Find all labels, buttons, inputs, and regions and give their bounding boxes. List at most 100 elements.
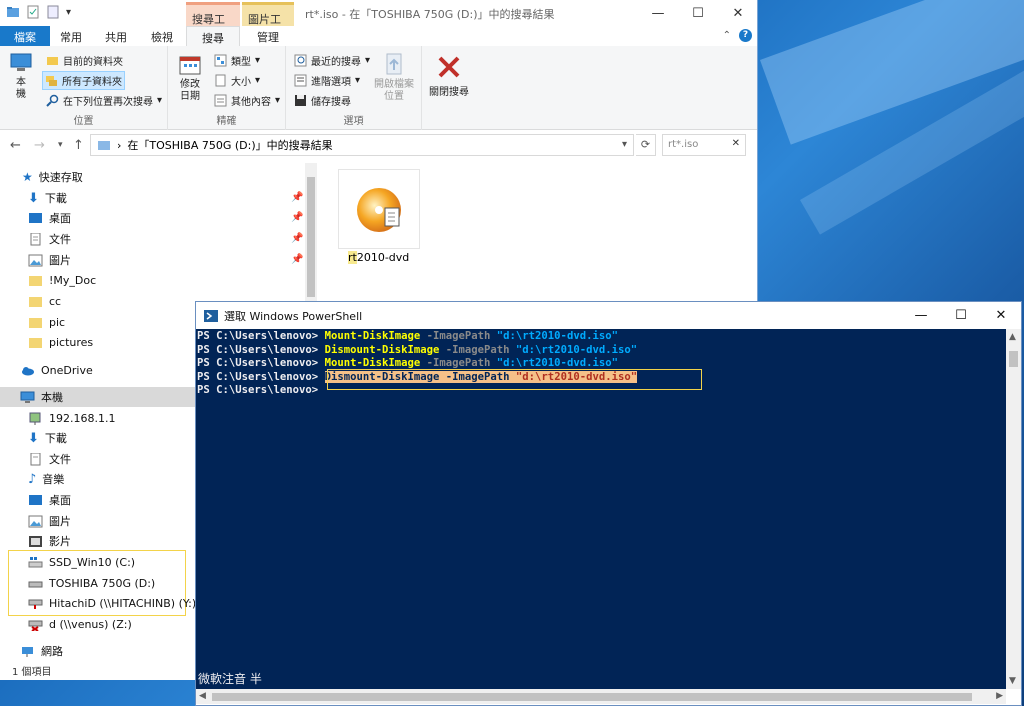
folder-icon[interactable] [6, 5, 20, 19]
recent-searches-button[interactable]: 最近的搜尋 ▾ [292, 52, 372, 69]
save-icon [295, 95, 306, 106]
nav-pc-documents[interactable]: 文件 [28, 449, 71, 469]
nav-pc-desktop[interactable]: 桌面 [28, 490, 71, 510]
nav-label: TOSHIBA 750G (D:) [49, 576, 156, 590]
console-line: PS C:\Users\lenovo> Mount-DiskImage -Ima… [197, 330, 1006, 344]
search-ribbon: 本機 目前的資料夾 所有子資料夾 在下列位置再次搜尋 ▾ 位置 修改日期 類型 … [0, 46, 757, 130]
other-properties-label: 其他內容 [231, 97, 271, 108]
close-button[interactable]: ✕ [981, 302, 1021, 329]
nav-downloads[interactable]: ⬇ 下載 [28, 188, 67, 208]
pin-icon[interactable]: 📌 [291, 233, 303, 244]
nav-drive-c[interactable]: SSD_Win10 (C:) [28, 552, 135, 572]
scroll-up-icon[interactable]: ▲ [1009, 332, 1016, 342]
recent-searches-label: 最近的搜尋 [311, 57, 361, 68]
tab-share[interactable]: 共用 [100, 26, 132, 46]
scrollbar-thumb[interactable] [1009, 351, 1018, 367]
advanced-options-button[interactable]: 進階選項 ▾ [292, 72, 362, 89]
console-parameter: -ImagePath [420, 330, 497, 342]
back-arrow-icon[interactable]: ← [10, 138, 21, 153]
console-string: "d:\rt2010-dvd.iso" [496, 357, 618, 370]
scroll-right-icon[interactable]: ▶ [996, 691, 1003, 701]
nav-label: SSD_Win10 (C:) [49, 555, 136, 569]
nav-pc-downloads[interactable]: ⬇ 下載 [28, 428, 67, 448]
nav-pictures[interactable]: 圖片 [28, 250, 71, 270]
powershell-console[interactable]: PS C:\Users\lenovo> Mount-DiskImage -Ima… [196, 329, 1006, 689]
tab-home[interactable]: 常用 [56, 26, 86, 46]
nav-onedrive[interactable]: OneDrive [20, 360, 93, 380]
nav-pic[interactable]: pic [28, 312, 65, 332]
nav-label: pictures [49, 335, 94, 349]
recent-locations-icon[interactable]: ▾ [58, 140, 63, 150]
customize-toolbar-icon[interactable]: ▾ [66, 7, 71, 18]
search-input[interactable]: rt*.iso ✕ [662, 134, 746, 156]
close-button[interactable]: ✕ [718, 0, 757, 26]
open-file-location-button[interactable]: 開啟檔案位置 [372, 52, 416, 103]
nav-quick-access[interactable]: ★ 快速存取 [22, 167, 83, 187]
nav-music[interactable]: ♪ 音樂 [28, 469, 64, 489]
this-pc-button[interactable]: 本機 [6, 52, 36, 101]
scroll-down-icon[interactable]: ▼ [1009, 676, 1016, 686]
other-properties-button[interactable]: 其他內容 ▾ [212, 92, 282, 109]
kind-button[interactable]: 類型 ▾ [212, 52, 262, 69]
nav-my-doc[interactable]: !My_Doc [28, 270, 96, 290]
refresh-icon[interactable]: ⟳ [636, 134, 656, 156]
chevron-down-icon[interactable]: ▾ [622, 139, 627, 150]
new-folder-icon[interactable] [46, 5, 60, 19]
nav-network[interactable]: 網路 [20, 641, 63, 661]
file-item[interactable] [338, 169, 420, 249]
close-search-label: 關閉搜尋 [429, 87, 469, 98]
maximize-button[interactable]: ☐ [941, 302, 981, 329]
maximize-button[interactable]: ☐ [678, 0, 718, 26]
nav-cc[interactable]: cc [28, 291, 61, 311]
nav-pictures-folder[interactable]: pictures [28, 332, 93, 352]
pin-icon[interactable]: 📌 [291, 192, 303, 203]
console-horizontal-scrollbar[interactable]: ◀ ▶ [196, 689, 1006, 704]
console-vertical-scrollbar[interactable]: ▲ ▼ [1006, 329, 1021, 689]
selection-highlight-box [327, 369, 702, 390]
clear-search-icon[interactable]: ✕ [732, 138, 740, 149]
file-name[interactable]: rt2010-dvd [348, 251, 409, 264]
collapse-ribbon-icon[interactable]: ⌃ [723, 30, 731, 41]
search-again-button[interactable]: 在下列位置再次搜尋 ▾ [44, 92, 164, 109]
nav-ip[interactable]: 192.168.1.1 [28, 408, 115, 428]
date-modified-button[interactable]: 修改日期 [174, 54, 206, 103]
help-icon[interactable]: ? [739, 29, 752, 42]
nav-drive-z[interactable]: d (\\venus) (Z:) [28, 614, 132, 634]
address-bar[interactable]: › 在「TOSHIBA 750G (D:)」中的搜尋結果 ▾ [90, 134, 634, 156]
close-search-button[interactable]: 關閉搜尋 [426, 54, 472, 98]
nav-pc-pictures[interactable]: 圖片 [28, 511, 71, 531]
scrollbar-thumb[interactable] [212, 693, 972, 701]
open-file-location-label: 開啟檔案位置 [374, 79, 414, 102]
nav-documents[interactable]: 文件 [28, 229, 71, 249]
up-arrow-icon[interactable]: ↑ [73, 138, 84, 153]
tab-view[interactable]: 檢視 [146, 26, 178, 46]
nav-drive-d[interactable]: TOSHIBA 750G (D:) [28, 573, 155, 593]
properties-icon[interactable] [26, 5, 40, 19]
download-icon: ⬇ [28, 430, 39, 446]
all-subfolders-button[interactable]: 所有子資料夾 [42, 71, 125, 90]
forward-arrow-icon[interactable]: → [34, 138, 45, 153]
pin-icon[interactable]: 📌 [291, 254, 303, 265]
nav-this-pc[interactable]: 本機 [0, 387, 195, 407]
scroll-left-icon[interactable]: ◀ [199, 691, 206, 701]
nav-videos[interactable]: 影片 [28, 531, 71, 551]
console-command: Mount-DiskImage [324, 330, 421, 342]
nav-label: 桌面 [49, 494, 71, 507]
size-button[interactable]: 大小 ▾ [212, 72, 262, 89]
recent-search-icon [294, 54, 307, 67]
minimize-button[interactable]: — [638, 0, 678, 26]
scrollbar-thumb[interactable] [307, 177, 315, 297]
nav-scrollbar[interactable] [305, 163, 317, 303]
nav-drive-y[interactable]: HitachiD (\\HITACHINB) (Y:) [28, 593, 196, 613]
current-folder-button[interactable]: 目前的資料夾 [44, 52, 125, 69]
minimize-button[interactable]: — [901, 302, 941, 329]
powershell-icon [204, 309, 218, 322]
save-search-button[interactable]: 儲存搜尋 [292, 92, 353, 109]
tab-file[interactable]: 檔案 [0, 26, 50, 46]
ribbon-group-refine: 修改日期 類型 ▾ 大小 ▾ 其他內容 ▾ 精確 [168, 46, 286, 130]
options-group-label: 選項 [343, 116, 364, 127]
tab-search[interactable]: 搜尋 [186, 26, 240, 46]
pin-icon[interactable]: 📌 [291, 212, 303, 223]
nav-desktop[interactable]: 桌面 [28, 208, 71, 228]
tab-manage[interactable]: 管理 [242, 26, 294, 46]
